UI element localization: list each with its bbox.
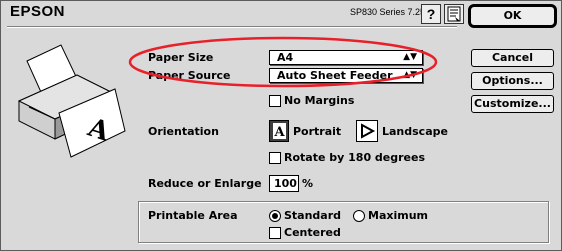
- centered-checkbox[interactable]: [269, 227, 281, 239]
- maximum-label: Maximum: [368, 209, 428, 222]
- reduce-enlarge-label: Reduce or Enlarge: [148, 177, 262, 190]
- standard-radio[interactable]: [269, 210, 281, 222]
- standard-label: Standard: [284, 209, 342, 222]
- no-margins-label: No Margins: [284, 94, 355, 107]
- centered-label: Centered: [284, 226, 341, 239]
- brand-logo: EPSON: [10, 3, 66, 20]
- printable-area-label: Printable Area: [148, 209, 238, 222]
- reduce-enlarge-input[interactable]: 100: [269, 175, 299, 192]
- ok-button[interactable]: OK: [468, 4, 557, 28]
- options-button[interactable]: Options...: [471, 72, 554, 90]
- landscape-icon[interactable]: [356, 120, 378, 142]
- rotate-180-checkbox[interactable]: [269, 152, 281, 164]
- portrait-icon[interactable]: A: [269, 120, 289, 142]
- driver-version: SP830 Series 7.25E: [350, 7, 432, 17]
- rotate-180-label: Rotate by 180 degrees: [284, 151, 426, 164]
- customize-button[interactable]: Customize...: [471, 95, 554, 113]
- percent-unit: %: [302, 177, 314, 190]
- no-margins-checkbox[interactable]: [269, 95, 281, 107]
- page-setup-dialog: EPSON SP830 Series 7.25E ? A Paper Size …: [0, 0, 562, 251]
- orientation-label: Orientation: [148, 125, 219, 138]
- portrait-glyph: A: [274, 125, 286, 140]
- printer-utility-icon[interactable]: [444, 4, 464, 24]
- printable-area-group: [138, 201, 549, 243]
- printer-illustration: A: [17, 44, 126, 158]
- cancel-button[interactable]: Cancel: [471, 49, 554, 67]
- help-button[interactable]: ?: [421, 4, 441, 24]
- maximum-radio[interactable]: [353, 210, 365, 222]
- landscape-label: Landscape: [382, 125, 448, 138]
- portrait-label: Portrait: [293, 125, 342, 138]
- annotation-ellipse: [128, 36, 438, 88]
- header-divider: [7, 26, 457, 28]
